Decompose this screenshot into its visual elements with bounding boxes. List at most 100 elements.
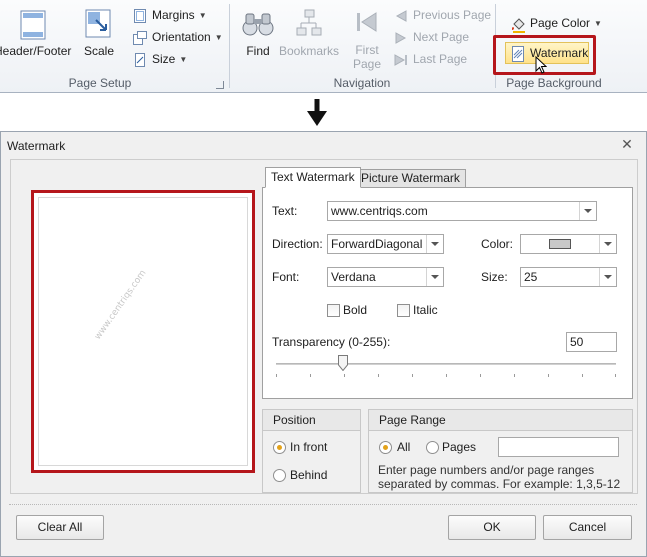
page-range-header: Page Range: [369, 410, 632, 431]
bookmarks-label: Bookmarks: [279, 44, 340, 58]
page-background-group-label: Page Background: [506, 76, 602, 90]
chevron-down-icon[interactable]: [426, 268, 443, 286]
cancel-button[interactable]: Cancel: [543, 515, 632, 540]
pages-radio[interactable]: [426, 441, 439, 454]
navigation-group-label: Navigation: [333, 76, 391, 90]
font-value: Verdana: [331, 270, 376, 284]
preview-watermark-text: www.centriqs.com: [93, 268, 149, 342]
footer-divider: [9, 504, 637, 505]
group-divider: [229, 4, 230, 88]
previous-page-button[interactable]: Previous Page: [394, 6, 491, 24]
page-color-label: Page Color: [530, 16, 591, 30]
size-select[interactable]: 25: [520, 267, 617, 287]
header-footer-icon: [20, 10, 46, 40]
watermark-preview: www.centriqs.com: [31, 190, 255, 473]
close-icon[interactable]: ✕: [620, 137, 634, 151]
size-label: Size: [152, 52, 176, 66]
paint-bucket-icon: [511, 17, 525, 33]
chevron-down-icon: ▼: [214, 32, 223, 42]
color-picker[interactable]: [520, 234, 617, 254]
first-page-button[interactable]: First Page: [349, 4, 385, 71]
mouse-pointer-icon: [535, 56, 547, 74]
page-setup-launcher-icon[interactable]: [216, 81, 224, 89]
scale-icon: [85, 9, 111, 38]
next-page-label: Next Page: [413, 30, 470, 44]
bookmarks-tree-icon: [296, 9, 322, 36]
chevron-down-icon[interactable]: [599, 235, 616, 253]
size-label: Size:: [481, 270, 508, 284]
all-pages-label: All: [397, 440, 411, 454]
find-button[interactable]: Find: [238, 4, 278, 66]
transparency-slider-thumb[interactable]: [337, 355, 348, 371]
preview-page: www.centriqs.com: [38, 197, 248, 466]
page-range-hint: Enter page numbers and/or page ranges se…: [378, 463, 621, 491]
next-page-button[interactable]: Next Page: [394, 28, 469, 46]
first-page-label-line1: First: [355, 43, 379, 57]
ok-button[interactable]: OK: [448, 515, 536, 540]
clear-all-button[interactable]: Clear All: [16, 515, 104, 540]
position-header: Position: [263, 410, 360, 431]
watermark-text-combo[interactable]: www.centriqs.com: [327, 201, 597, 221]
down-arrow-icon: [307, 99, 327, 126]
behind-radio[interactable]: [273, 469, 286, 482]
direction-select[interactable]: ForwardDiagonal: [327, 234, 444, 254]
transparency-value: 50: [570, 335, 584, 349]
pages-input[interactable]: [498, 437, 619, 457]
all-pages-radio[interactable]: [379, 441, 392, 454]
bold-label: Bold: [343, 303, 368, 317]
in-front-radio[interactable]: [273, 441, 286, 454]
in-front-label: In front: [290, 440, 328, 454]
scale-button[interactable]: Scale: [78, 4, 120, 66]
tab-text-watermark[interactable]: Text Watermark: [265, 167, 361, 188]
last-page-label: Last Page: [413, 52, 468, 66]
transparency-slider-ticks: [276, 374, 616, 377]
first-page-icon: [357, 12, 377, 32]
orientation-label: Orientation: [152, 30, 211, 44]
direction-value: ForwardDiagonal: [331, 237, 423, 251]
orientation-button[interactable]: Orientation ▼: [133, 28, 223, 46]
dialog-title: Watermark: [7, 139, 66, 153]
font-label: Font:: [272, 270, 300, 284]
watermark-text-value: www.centriqs.com: [331, 204, 428, 218]
chevron-down-icon[interactable]: [579, 202, 596, 220]
transparency-label: Transparency (0-255):: [272, 335, 391, 349]
page-setup-group-label: Page Setup: [68, 76, 132, 90]
next-page-icon: [394, 31, 408, 45]
transparency-slider-track[interactable]: [276, 363, 616, 365]
chevron-down-icon: ▼: [594, 18, 602, 28]
color-label: Color:: [481, 237, 514, 251]
find-label: Find: [246, 44, 270, 58]
italic-checkbox[interactable]: [397, 304, 410, 317]
header-footer-button[interactable]: Header/Footer: [0, 4, 72, 66]
italic-label: Italic: [413, 303, 438, 317]
last-page-button[interactable]: Last Page: [394, 50, 467, 68]
size-value: 25: [524, 270, 538, 284]
orientation-icon: [133, 30, 147, 45]
color-swatch: [549, 239, 571, 249]
behind-label: Behind: [290, 468, 328, 482]
text-label: Text:: [272, 204, 298, 218]
transparency-input[interactable]: 50: [566, 332, 617, 352]
binoculars-icon: [242, 13, 274, 36]
chevron-down-icon[interactable]: [599, 268, 616, 286]
margins-button[interactable]: Margins ▼: [133, 6, 207, 24]
watermark-button[interactable]: Watermark: [505, 42, 589, 64]
previous-page-icon: [394, 9, 408, 23]
chevron-down-icon: ▼: [179, 54, 188, 64]
size-button[interactable]: Size ▼: [133, 50, 187, 68]
bookmarks-button[interactable]: Bookmarks: [279, 4, 340, 66]
scale-label: Scale: [83, 44, 115, 58]
tab-picture-watermark[interactable]: Picture Watermark: [355, 169, 466, 188]
last-page-icon: [394, 53, 408, 67]
margins-label: Margins: [152, 8, 195, 22]
pages-label: Pages: [442, 440, 477, 454]
font-select[interactable]: Verdana: [327, 267, 444, 287]
page-color-button[interactable]: Page Color ▼: [511, 14, 602, 33]
direction-label: Direction:: [272, 237, 323, 251]
chevron-down-icon[interactable]: [426, 235, 443, 253]
previous-page-label: Previous Page: [413, 8, 492, 22]
bold-checkbox[interactable]: [327, 304, 340, 317]
ribbon: Header/Footer Scale Margins ▼ Orientation…: [0, 0, 647, 93]
header-footer-label: Header/Footer: [0, 44, 72, 58]
margins-icon: [133, 8, 147, 23]
